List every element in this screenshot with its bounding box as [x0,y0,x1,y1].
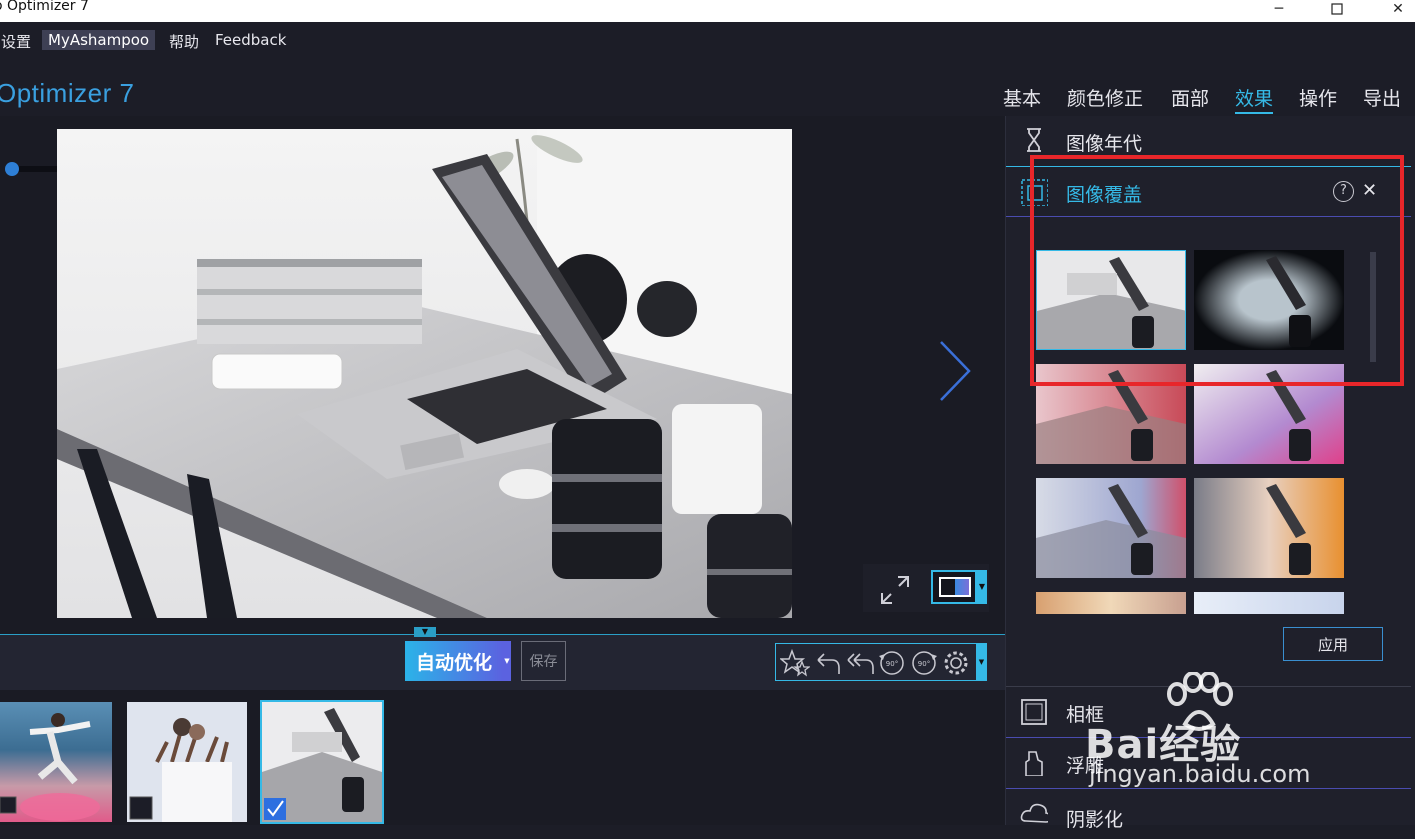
section-emboss[interactable]: 浮雕 [1006,738,1411,788]
window-title: o Optimizer 7 [0,0,89,14]
frame-label: 相框 [1066,704,1105,726]
expand-icon[interactable] [879,574,911,606]
section-shadow[interactable]: 阴影化 [1006,789,1411,839]
tab-export[interactable]: 导出 [1363,84,1401,111]
compare-dropdown-icon[interactable]: ▼ [977,570,987,604]
apply-button[interactable]: 应用 [1283,627,1383,661]
star-icon[interactable] [780,648,810,678]
save-button[interactable]: 保存 [521,641,566,681]
rotate-left-icon[interactable]: 90° [876,648,908,678]
collapse-icon[interactable]: ▼ [414,627,436,637]
annotation-highlight-box [1030,155,1404,386]
menu-bar: 设置 MyAshampoo 帮助 Feedback [0,22,1415,65]
overlay-option-7[interactable] [1036,592,1186,614]
thumbnail-strip [0,690,1005,825]
tab-basic[interactable]: 基本 [1003,84,1041,111]
view-controls: ▼ [863,564,989,612]
app-header: Optimizer 7 基本 颜色修正 面部 效果 操作 导出 [0,58,1415,116]
chevron-right-icon[interactable] [935,338,975,404]
rotate-right-icon[interactable]: 90° [908,648,940,678]
zoom-slider-handle[interactable] [5,162,19,176]
menu-settings[interactable]: 设置 [0,30,37,53]
hourglass-icon [1027,128,1041,152]
svg-text:90°: 90° [886,660,898,668]
section-frame[interactable]: 相框 [1006,687,1411,737]
shadow-label: 阴影化 [1066,809,1124,831]
main-photo [57,129,792,618]
thumbnail-laptop-selected[interactable] [260,700,384,824]
maximize-icon[interactable] [1322,0,1352,18]
close-icon[interactable]: ✕ [1383,0,1413,18]
edit-tools: 90° 90° ▼ [775,643,987,681]
auto-optimize-button[interactable]: 自动优化 [405,641,503,681]
undo-icon[interactable] [812,648,842,678]
frame-icon [1021,699,1047,725]
bottom-toolbar: ▼ 自动优化 ▼ 保存 90° 90° ▼ [0,627,1005,690]
menu-myashampoo[interactable]: MyAshampoo [42,30,156,50]
cloud-icon [1020,803,1048,823]
app-title: Optimizer 7 [0,78,135,108]
emboss-icon [1025,751,1043,776]
compare-icon[interactable] [931,570,977,604]
tab-color-correction[interactable]: 颜色修正 [1067,84,1143,111]
window-titlebar: o Optimizer 7 ─ ✕ [0,0,1415,22]
image-age-label: 图像年代 [1066,133,1143,155]
emboss-label: 浮雕 [1066,755,1105,777]
menu-feedback[interactable]: Feedback [209,30,292,50]
overlay-option-5[interactable] [1036,478,1186,578]
menu-help[interactable]: 帮助 [163,30,205,53]
tools-dropdown-icon[interactable]: ▼ [976,643,987,681]
overlay-option-8[interactable] [1194,592,1344,614]
thumbnail-brushes[interactable] [127,702,247,822]
overlay-option-6[interactable] [1194,478,1344,578]
tab-actions[interactable]: 操作 [1299,84,1337,111]
preview-area: + [0,116,1005,634]
tab-face[interactable]: 面部 [1171,84,1209,111]
thumbnail-jumper[interactable] [0,702,112,822]
auto-optimize-dropdown-icon[interactable]: ▼ [503,641,511,681]
svg-text:90°: 90° [918,660,930,668]
tab-effects[interactable]: 效果 [1235,84,1274,114]
minimize-icon[interactable]: ─ [1264,0,1294,18]
gear-icon[interactable] [941,648,971,678]
undo-all-icon[interactable] [844,648,876,678]
